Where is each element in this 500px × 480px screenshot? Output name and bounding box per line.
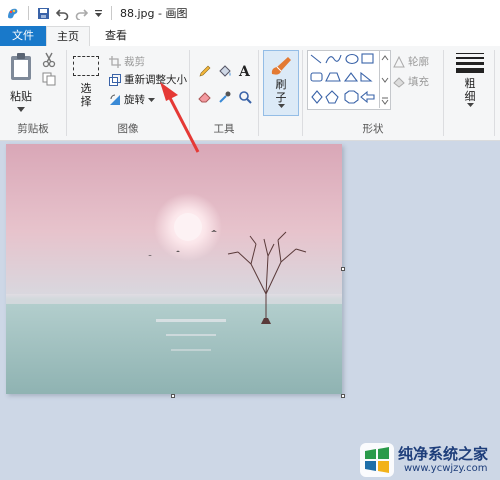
- rotate-button[interactable]: 旋转: [109, 92, 155, 107]
- brushes-label: 刷 子: [275, 78, 287, 104]
- resize-handle-corner[interactable]: [341, 394, 345, 398]
- text-icon[interactable]: A: [238, 63, 252, 80]
- tab-view[interactable]: 查看: [94, 26, 138, 46]
- resize-button[interactable]: 重新调整大小: [109, 72, 187, 87]
- copy-icon[interactable]: [42, 72, 56, 89]
- shapes-icon: [310, 53, 375, 104]
- fill-bucket-icon[interactable]: [218, 64, 232, 81]
- color-picker-icon[interactable]: [218, 90, 232, 107]
- save-icon[interactable]: [37, 7, 50, 20]
- select-rect-icon: [73, 56, 99, 76]
- ribbon-tabs: 文件 主页 查看: [0, 26, 500, 47]
- image-group-label: 图像: [117, 123, 139, 135]
- paste-button[interactable]: 粘贴: [6, 52, 36, 112]
- customize-dropdown-icon[interactable]: [94, 9, 103, 18]
- outline-label: 轮廓: [408, 56, 429, 68]
- cut-icon[interactable]: [42, 52, 56, 71]
- outline-icon: [393, 55, 405, 67]
- resize-icon: [109, 73, 121, 86]
- chevron-down-icon: [148, 97, 155, 102]
- title-bar: 88.jpg - 画图: [0, 0, 500, 26]
- pencil-icon[interactable]: [198, 64, 212, 81]
- brushes-button[interactable]: 刷 子: [263, 50, 299, 116]
- rotate-label: 旋转: [124, 94, 145, 106]
- group-separator: [443, 50, 444, 136]
- size-label: 粗 细: [464, 77, 476, 103]
- canvas-area[interactable]: [0, 141, 500, 480]
- watermark: 纯净系统之家 www.ycwjzy.com: [352, 440, 500, 480]
- shapes-group-label: 形状: [362, 123, 384, 135]
- magnifier-icon[interactable]: [238, 90, 252, 107]
- redo-icon[interactable]: [75, 7, 88, 20]
- tools-group: A 工具: [190, 46, 258, 140]
- fill-label: 填充: [408, 76, 429, 88]
- resize-handle-right[interactable]: [341, 267, 345, 271]
- shapes-group: 轮廓 填充 形状: [303, 46, 443, 140]
- undo-icon[interactable]: [56, 7, 69, 20]
- clipboard-icon: [11, 53, 31, 80]
- select-button[interactable]: 选 择: [73, 56, 99, 116]
- svg-text:A: A: [238, 64, 251, 77]
- separator: [28, 6, 29, 20]
- crop-button[interactable]: 裁剪: [109, 54, 145, 69]
- watermark-title: 纯净系统之家: [398, 445, 489, 463]
- landscape-image: [6, 144, 342, 394]
- separator: [111, 6, 112, 20]
- shapes-scroll[interactable]: [379, 50, 390, 108]
- size-button[interactable]: 粗 细: [450, 52, 490, 116]
- group-separator: [258, 50, 259, 136]
- select-label: 选 择: [80, 82, 92, 108]
- crop-label: 裁剪: [124, 56, 145, 68]
- watermark-url: www.ycwjzy.com: [404, 463, 488, 474]
- clipboard-group-label: 剪贴板: [17, 123, 49, 135]
- line-weight-icon: [456, 53, 484, 73]
- outline-button[interactable]: 轮廓: [393, 54, 429, 69]
- chevron-icon: [381, 55, 389, 105]
- resize-label: 重新调整大小: [124, 74, 187, 86]
- brush-icon: [271, 57, 291, 75]
- image-group: 选 择 裁剪 重新调整大小 旋转 图像: [67, 46, 189, 140]
- paint-app-icon[interactable]: [6, 6, 20, 20]
- group-separator: [494, 50, 495, 136]
- crop-icon: [109, 55, 121, 68]
- paste-label: 粘贴: [10, 90, 32, 103]
- chevron-down-icon: [17, 107, 25, 112]
- eraser-icon[interactable]: [198, 90, 212, 107]
- chevron-down-icon: [277, 104, 285, 108]
- watermark-logo-icon: [360, 443, 394, 477]
- resize-handle-bottom[interactable]: [171, 394, 175, 398]
- tab-home[interactable]: 主页: [46, 26, 90, 47]
- chevron-down-icon: [466, 103, 474, 107]
- tab-file[interactable]: 文件: [0, 26, 46, 46]
- clipboard-group: 粘贴 剪贴板: [0, 46, 66, 140]
- rotate-icon: [110, 94, 120, 105]
- fill-icon: [393, 76, 405, 88]
- fill-button[interactable]: 填充: [393, 74, 429, 89]
- window-title: 88.jpg - 画图: [120, 7, 188, 20]
- canvas-image[interactable]: [6, 144, 342, 394]
- ribbon: 粘贴 剪贴板 选 择 裁剪 重新调整大小 旋转 图像 A 工具 刷 子 轮廓 填…: [0, 46, 500, 141]
- tools-group-label: 工具: [213, 123, 235, 135]
